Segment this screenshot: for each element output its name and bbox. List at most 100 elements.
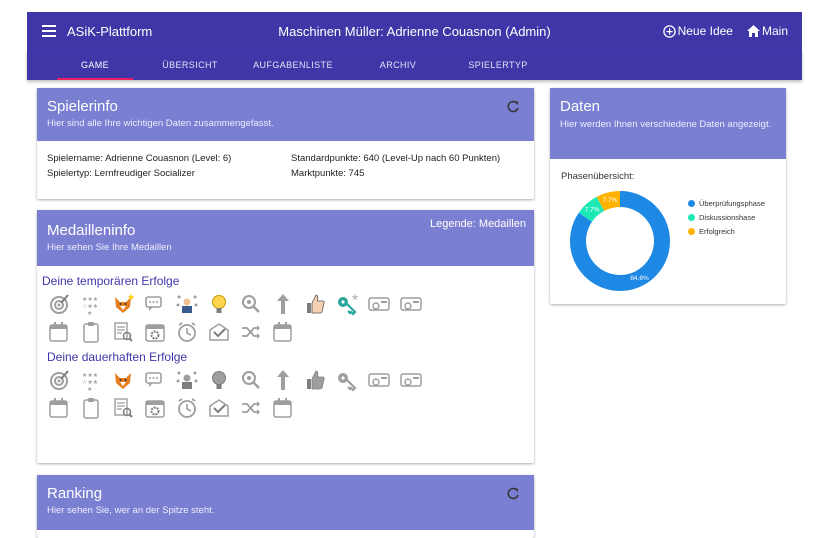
gear-calendar-icon[interactable] [143,320,167,344]
main-button[interactable]: Main [746,24,788,38]
svg-text:★: ★ [351,292,359,302]
app-bar: ASiK-Plattform Maschinen Müller: Adrienn… [27,12,802,50]
donut-slice-label-3: 7.7% [603,197,618,204]
clipboard-icon[interactable] [79,396,103,420]
legend-label: Überprüfungsphase [699,199,765,208]
legend-dot [688,200,695,207]
daten-header: Daten Hier werden Ihnen verschiedene Dat… [550,88,786,159]
legend-label: Diskussionshase [699,213,756,222]
new-idea-button[interactable]: Neue Idee [662,24,733,38]
ranking-header: Ranking Hier sehen Sie, wer an der Spitz… [37,475,534,530]
spielerinfo-title: Spielerinfo [47,98,118,115]
medailleninfo-card: Medailleninfo Hier sehen Sie Ihre Medail… [37,210,534,463]
arrow-up-icon[interactable] [271,368,295,392]
svg-text:☆★★: ☆★★ [82,303,98,310]
magnifier-icon[interactable] [239,368,263,392]
daten-subtitle: Hier werden Ihnen verschiedene Daten ang… [560,119,772,130]
clock-icon[interactable] [175,396,199,420]
daten-card: Daten Hier werden Ihnen verschiedene Dat… [550,88,786,304]
ticket-icon[interactable] [367,368,391,392]
permanent-medals-row-2 [47,396,534,420]
ticket-icon[interactable] [367,292,391,316]
envelope-icon[interactable] [207,396,231,420]
legend-item-2[interactable]: Diskussionshase [688,213,765,222]
shuffle-icon[interactable] [239,320,263,344]
legend-dot [688,214,695,221]
svg-text:★: ★ [87,386,92,392]
legend-item-1[interactable]: Überprüfungsphase [688,199,765,208]
medailleninfo-header: Medailleninfo Hier sehen Sie Ihre Medail… [37,210,534,266]
target-icon[interactable] [47,292,71,316]
ranking-title: Ranking [47,485,103,502]
target-icon[interactable] [47,368,71,392]
legend-label: Erfolgreich [699,227,735,236]
calendar-icon[interactable] [47,396,71,420]
spielerinfo-card: Spielerinfo Hier sind alle Ihre wichtige… [37,88,534,199]
permanent-achievements-title: Deine dauerhaften Erfolge [47,350,188,364]
phase-overview-label: Phasenübersicht: [561,171,635,182]
fox-icon[interactable] [111,368,135,392]
phase-chart-legend: Überprüfungsphase Diskussionshase Erfolgre… [688,199,765,241]
donut-slice-label-2: 7.7% [585,207,600,214]
ranking-card: Ranking Hier sehen Sie, wer an der Spitz… [37,475,534,538]
ticket-icon[interactable] [399,368,423,392]
player-name: Spielername: Adrienne Couasnon (Level: 6… [47,153,232,164]
medal-legend-link[interactable]: Legende: Medaillen [430,218,526,230]
network-icon[interactable] [175,292,199,316]
document-search-icon[interactable] [111,396,135,420]
legend-item-3[interactable]: Erfolgreich [688,227,765,236]
temporary-medals-row-1: ★★★ ☆★★ ★ ★ ★ [47,292,534,317]
menu-icon[interactable] [39,21,59,41]
thumbs-up-icon[interactable] [303,292,327,316]
main-label: Main [761,24,788,38]
envelope-icon[interactable] [207,320,231,344]
key-icon[interactable]: ★ [335,292,359,316]
phase-donut-chart: 84.6% 7.7%7.7% [570,191,670,291]
medailleninfo-subtitle: Hier sehen Sie Ihre Medaillen [47,242,172,253]
network-icon[interactable] [175,368,199,392]
svg-text:★★★: ★★★ [82,296,98,303]
new-idea-label: Neue Idee [677,24,733,38]
refresh-icon[interactable] [506,487,520,501]
legend-dot [688,228,695,235]
tab-game[interactable]: GAME [57,50,133,80]
bulb-icon[interactable] [207,368,231,392]
standard-points: Standardpunkte: 640 (Level-Up nach 60 Pu… [291,153,501,164]
stars-icon[interactable]: ★★★ ☆★★ ★ [79,292,103,317]
chat-icon[interactable] [143,368,167,392]
chat-icon[interactable] [143,292,167,316]
svg-text:★: ★ [127,292,135,302]
clipboard-icon[interactable] [79,320,103,344]
svg-text:★: ★ [87,310,92,316]
refresh-icon[interactable] [506,100,520,114]
calendar-icon[interactable] [47,320,71,344]
ticket-icon[interactable] [399,292,423,316]
thumbs-up-icon[interactable] [303,368,327,392]
tab-spielertyp[interactable]: SPIELERTYP [453,50,543,80]
tab-aufgabenliste[interactable]: AUFGABENLISTE [243,50,343,80]
market-points: Marktpunkte: 745 [291,168,365,179]
plus-circle-icon [662,24,676,38]
tab-uebersicht[interactable]: ÜBERSICHT [145,50,235,80]
clock-icon[interactable] [175,320,199,344]
player-type: Spielertyp: Lernfreudiger Socializer [47,168,195,179]
calendar-icon[interactable] [271,396,295,420]
tab-archiv[interactable]: ARCHIV [358,50,438,80]
document-search-icon[interactable] [111,320,135,344]
calendar-icon[interactable] [271,320,295,344]
home-icon [746,25,760,37]
arrow-up-icon[interactable] [271,292,295,316]
bulb-icon[interactable] [207,292,231,316]
magnifier-icon[interactable] [239,292,263,316]
fox-icon[interactable]: ★ [111,292,135,316]
gear-calendar-icon[interactable] [143,396,167,420]
stars-icon[interactable]: ★★★ ☆★★ ★ [79,368,103,393]
app-title[interactable]: ASiK-Plattform [67,24,152,39]
ranking-subtitle: Hier sehen Sie, wer an der Spitze steht. [47,505,215,516]
donut-slice-label-1: 84.6% [630,275,649,282]
key-icon[interactable] [335,368,359,392]
spielerinfo-details: Spielername: Adrienne Couasnon (Level: 6… [37,141,534,191]
permanent-medals-row-1: ★★★ ☆★★ ★ [47,368,534,393]
shuffle-icon[interactable] [239,396,263,420]
svg-text:★★★: ★★★ [82,372,98,379]
